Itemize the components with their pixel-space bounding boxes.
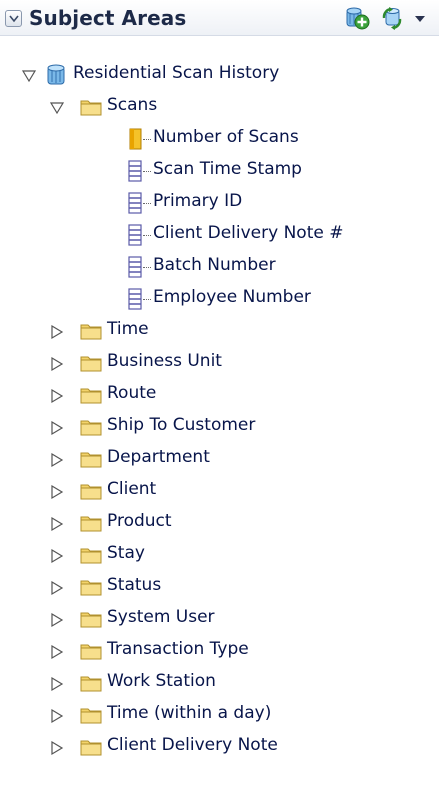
refresh-icon[interactable]	[379, 5, 405, 31]
folder-icon	[80, 708, 102, 724]
dropdown-arrow-icon[interactable]	[414, 14, 426, 24]
folder-icon	[80, 324, 102, 340]
tree-node-label: Transaction Type	[107, 639, 249, 659]
tree-leaf-label: Batch Number	[153, 255, 276, 275]
folder-icon	[80, 516, 102, 532]
panel-header: Subject Areas	[0, 0, 439, 36]
collapsed-triangle-icon[interactable]	[49, 420, 65, 436]
tree-leaf-label: Client Delivery Note #	[153, 223, 344, 243]
folder-icon	[80, 740, 102, 756]
folder-icon	[80, 676, 102, 692]
collapsed-triangle-icon[interactable]	[49, 676, 65, 692]
collapsed-triangle-icon[interactable]	[49, 484, 65, 500]
tree-leaf-label: Employee Number	[153, 287, 311, 307]
chevron-down-icon	[9, 15, 19, 23]
folder-icon	[80, 356, 102, 372]
folder-icon	[80, 100, 102, 116]
tree-leaf-label: Primary ID	[153, 191, 243, 211]
tree-node-label: Work Station	[107, 671, 216, 691]
tree-node-label: Stay	[107, 543, 145, 563]
tree-node-label: Product	[107, 511, 172, 531]
folder-icon	[80, 580, 102, 596]
collapsed-triangle-icon[interactable]	[49, 580, 65, 596]
collapsed-triangle-icon[interactable]	[49, 708, 65, 724]
tree-connector	[143, 235, 151, 236]
tree-connector	[143, 139, 151, 140]
folder-icon	[80, 644, 102, 660]
folder-icon	[80, 420, 102, 436]
tree-connector	[143, 299, 151, 300]
tree-leaf-label: Scan Time Stamp	[153, 159, 302, 179]
folder-icon	[80, 612, 102, 628]
tree-connector	[143, 267, 151, 268]
folder-icon	[80, 484, 102, 500]
tree-node-label: Client Delivery Note	[107, 735, 278, 755]
tree-node-label: Ship To Customer	[107, 415, 256, 435]
tree-node-label: Status	[107, 575, 162, 595]
tree-leaf-label: Number of Scans	[153, 127, 299, 147]
collapsed-triangle-icon[interactable]	[49, 612, 65, 628]
tree-node-label: Route	[107, 383, 157, 403]
tree-node-label: Client	[107, 479, 157, 499]
tree-node-label: Time	[107, 319, 149, 339]
panel-title: Subject Areas	[29, 6, 187, 30]
subject-area-cylinder-icon	[47, 64, 65, 85]
tree-node-label: Time (within a day)	[107, 703, 272, 723]
tree-node-label: Business Unit	[107, 351, 222, 371]
folder-icon	[80, 388, 102, 404]
collapsed-triangle-icon[interactable]	[49, 324, 65, 340]
folder-icon	[80, 548, 102, 564]
add-subject-area-icon[interactable]	[344, 5, 370, 31]
collapse-panel-button[interactable]	[5, 10, 22, 27]
tree-node-label: Department	[107, 447, 210, 467]
collapsed-triangle-icon[interactable]	[49, 516, 65, 532]
expanded-triangle-icon[interactable]	[21, 68, 37, 84]
collapsed-triangle-icon[interactable]	[49, 740, 65, 756]
tree-node-label: Residential Scan History	[73, 63, 280, 83]
collapsed-triangle-icon[interactable]	[49, 388, 65, 404]
collapsed-triangle-icon[interactable]	[49, 644, 65, 660]
tree-connector	[143, 171, 151, 172]
tree-node-label: System User	[107, 607, 215, 627]
collapsed-triangle-icon[interactable]	[49, 452, 65, 468]
collapsed-triangle-icon[interactable]	[49, 548, 65, 564]
expanded-triangle-icon[interactable]	[49, 100, 65, 116]
folder-icon	[80, 452, 102, 468]
subject-areas-panel: Subject Areas Residential Scan History S…	[0, 0, 439, 800]
tree-node-label: Scans	[107, 95, 158, 115]
collapsed-triangle-icon[interactable]	[49, 356, 65, 372]
tree-connector	[143, 203, 151, 204]
